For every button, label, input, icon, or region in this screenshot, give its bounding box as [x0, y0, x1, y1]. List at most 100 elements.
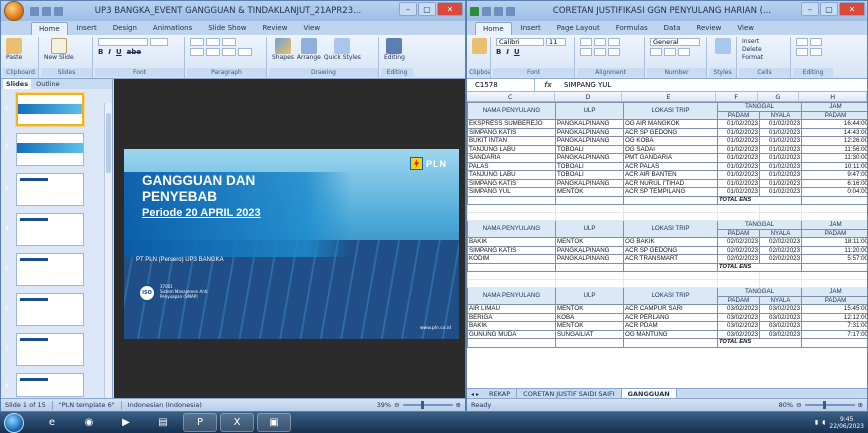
table-cell[interactable]: 02/02/2023 — [717, 237, 760, 247]
table-cell[interactable]: 01/02/2023 — [717, 153, 760, 163]
excel-icon[interactable] — [470, 6, 479, 16]
header-penyulang[interactable]: NAMA PENYULANG — [467, 287, 556, 305]
tab-animations[interactable]: Animations — [146, 22, 199, 35]
table-cell[interactable] — [555, 204, 624, 213]
table-cell[interactable]: ACR PALAS — [623, 161, 718, 171]
table-cell[interactable] — [555, 338, 624, 348]
table-cell[interactable]: BERIGA — [467, 312, 556, 322]
table-cell[interactable]: 9:47:00 — [801, 170, 867, 180]
table-cell[interactable]: 01/02/2023 — [758, 153, 803, 163]
table-cell[interactable]: GUNUNG MUDA — [467, 329, 556, 339]
underline-icon[interactable]: U — [116, 48, 122, 56]
zoom-in-icon[interactable]: ⊕ — [456, 401, 461, 409]
table-cell[interactable]: 03/02/2023 — [717, 304, 760, 314]
table-cell[interactable]: OG KOBA — [623, 136, 718, 146]
zoom-out-icon[interactable]: ⊖ — [796, 401, 801, 409]
table-cell[interactable]: PMT GANDARIA — [623, 153, 718, 163]
header-jam[interactable]: JAM — [801, 287, 867, 297]
zoom-slider[interactable] — [804, 401, 855, 409]
header-jam-padam[interactable]: PADAM — [801, 228, 867, 238]
table-cell[interactable]: 7:31:00 — [801, 321, 867, 331]
table-cell[interactable]: 01/02/2023 — [717, 170, 760, 180]
header-jam[interactable]: JAM — [801, 220, 867, 230]
table-cell[interactable] — [801, 195, 867, 205]
table-cell[interactable] — [758, 212, 803, 221]
table-cell[interactable]: 02/02/2023 — [758, 237, 803, 247]
minimize-button[interactable]: – — [801, 2, 819, 16]
table-cell[interactable]: 03/02/2023 — [717, 329, 760, 339]
table-cell[interactable]: OG AIR MANGKOK — [623, 119, 718, 129]
table-cell[interactable]: AIR LIMAU — [467, 304, 556, 314]
table-cell[interactable]: TANJUNG LABU — [467, 144, 556, 154]
col-header[interactable]: F — [716, 92, 758, 101]
tab-view[interactable]: View — [730, 22, 761, 35]
tab-data[interactable]: Data — [657, 22, 688, 35]
table-cell[interactable]: PANGKALPINANG — [555, 153, 624, 163]
table-cell[interactable] — [801, 271, 867, 280]
table-cell[interactable]: SIMPANG KATIS — [467, 245, 556, 255]
header-padam[interactable]: PADAM — [717, 110, 760, 120]
justify-icon[interactable] — [238, 48, 252, 56]
table-cell[interactable]: OG MANTUNG — [623, 329, 718, 339]
table-cell[interactable]: 03/02/2023 — [717, 312, 760, 322]
quick-styles-button[interactable]: Quick Styles — [324, 38, 361, 61]
chrome-icon[interactable]: ◉ — [72, 413, 106, 432]
styles-icon[interactable] — [714, 38, 731, 54]
font-size-select[interactable] — [150, 38, 168, 46]
slide-thumbnail[interactable] — [16, 133, 84, 166]
current-slide[interactable]: PLN GANGGUAN DAN PENYEBAB Periode 20 APRI… — [124, 149, 459, 339]
worksheet-grid[interactable]: NAMA PENYULANG ULP LOKASI TRIP TANGGAL JAM PA… — [467, 102, 867, 388]
table-cell[interactable]: KOBA — [555, 312, 624, 322]
name-box[interactable]: C1578 — [467, 79, 535, 91]
tab-page-layout[interactable]: Page Layout — [550, 22, 607, 35]
table-cell[interactable]: BAKIK — [467, 237, 556, 247]
comma-icon[interactable] — [678, 48, 690, 56]
header-ulp[interactable]: ULP — [555, 220, 624, 238]
app-taskbar-icon[interactable]: ▣ — [257, 413, 291, 432]
table-cell[interactable]: 01/02/2023 — [717, 144, 760, 154]
table-cell[interactable]: PANGKALPINANG — [555, 178, 624, 188]
sort-icon[interactable] — [810, 38, 822, 46]
font-name-select[interactable]: Calibri — [496, 38, 544, 46]
table-cell[interactable] — [801, 204, 867, 213]
tab-home[interactable]: Home — [475, 22, 512, 35]
panel-scrollbar[interactable] — [104, 103, 112, 400]
table-cell[interactable] — [623, 195, 718, 205]
currency-icon[interactable] — [650, 48, 662, 56]
table-cell[interactable] — [555, 212, 624, 221]
minimize-button[interactable]: – — [399, 2, 417, 16]
table-cell[interactable]: PANGKALPINANG — [555, 136, 624, 146]
tab-insert[interactable]: Insert — [70, 22, 104, 35]
number-format-select[interactable]: General — [650, 38, 700, 46]
align-left-icon[interactable] — [190, 48, 204, 56]
excel-taskbar-icon[interactable]: X — [220, 413, 254, 432]
numbering-icon[interactable] — [206, 38, 220, 46]
table-cell[interactable]: ACR PERLANG — [623, 312, 718, 322]
undo-icon[interactable] — [494, 6, 503, 16]
zoom-control[interactable]: 39% ⊖ ⊕ — [377, 401, 465, 409]
merge-icon[interactable] — [608, 48, 620, 56]
header-ulp[interactable]: ULP — [555, 102, 624, 120]
table-cell[interactable] — [467, 262, 556, 272]
table-cell[interactable]: TOBOALI — [555, 144, 624, 154]
table-cell[interactable] — [623, 212, 718, 221]
redo-icon[interactable] — [54, 6, 63, 16]
zoom-out-icon[interactable]: ⊖ — [394, 401, 399, 409]
table-cell[interactable]: 02/02/2023 — [717, 245, 760, 255]
start-button[interactable] — [4, 412, 24, 433]
slide-thumbnail[interactable] — [16, 173, 84, 206]
table-cell[interactable]: 03/02/2023 — [758, 312, 803, 322]
shapes-button[interactable]: Shapes — [272, 38, 294, 61]
col-header[interactable]: D — [555, 92, 623, 101]
tab-slide-show[interactable]: Slide Show — [201, 22, 253, 35]
find-icon[interactable] — [810, 48, 822, 56]
table-cell[interactable]: ACR SP GEDONG — [623, 245, 718, 255]
bold-icon[interactable]: B — [496, 48, 501, 56]
align-left-icon[interactable] — [580, 48, 592, 56]
table-cell[interactable]: 02/02/2023 — [758, 254, 803, 264]
table-cell[interactable] — [623, 279, 718, 288]
italic-icon[interactable]: I — [506, 48, 509, 56]
table-cell[interactable]: ACR CAMPUR SARI — [623, 304, 718, 314]
maximize-button[interactable]: ▢ — [418, 2, 436, 16]
header-jam-padam[interactable]: PADAM — [801, 110, 867, 120]
